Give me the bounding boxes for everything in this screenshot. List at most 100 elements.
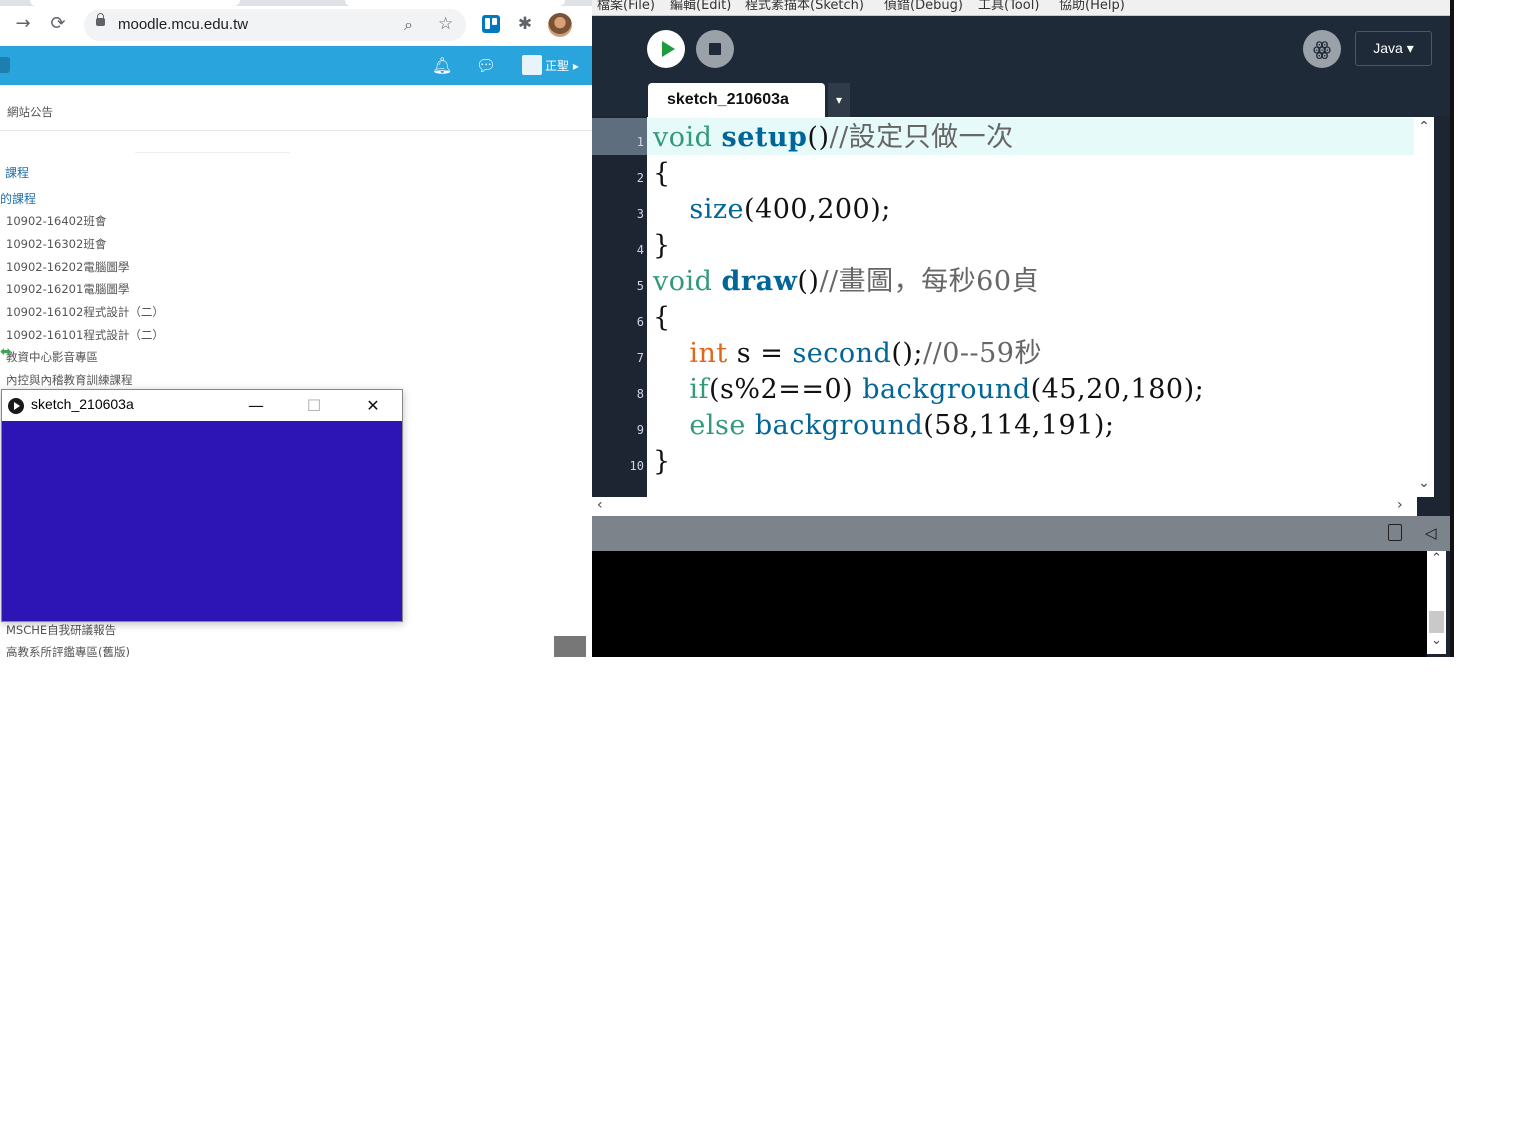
window-titlebar[interactable]: sketch_210603a — ☐ ✕ <box>2 390 402 421</box>
code-line[interactable]: { <box>653 159 671 189</box>
editor-vertical-scrollbar[interactable]: ⌃ ⌄ <box>1414 117 1434 495</box>
lock-icon[interactable] <box>96 13 105 26</box>
menu-tool[interactable]: 工具(Tool) <box>978 0 1039 13</box>
extensions-puzzle-icon[interactable]: ✱ <box>516 15 534 33</box>
course-link[interactable]: 高教系所評鑑專區(舊版) <box>6 644 130 657</box>
maximize-button[interactable]: ☐ <box>285 390 343 421</box>
my-courses-heading[interactable]: 的課程 <box>0 190 36 207</box>
code-line[interactable]: } <box>653 447 671 477</box>
line-number: 9 <box>636 423 644 437</box>
scroll-right-icon[interactable]: › <box>1397 497 1403 513</box>
scroll-up-icon[interactable]: ⌃ <box>1427 551 1446 566</box>
site-announcements-link[interactable]: 網站公告 <box>7 104 53 120</box>
code-line[interactable]: void setup()//設定只做一次 <box>653 123 1014 153</box>
menu-edit[interactable]: 編輯(Edit) <box>670 0 731 13</box>
menu-file[interactable]: 檔案(File) <box>597 0 655 13</box>
comment-token: //畫圖，每秒60貞 <box>819 266 1040 297</box>
code-token: (s%2==0) <box>708 374 863 405</box>
messages-chat-icon[interactable]: 💬︎ <box>476 56 496 75</box>
url-text[interactable]: moodle.mcu.edu.tw <box>118 16 248 33</box>
course-link[interactable]: 10902-16101程式設計（二） <box>6 327 164 343</box>
run-button[interactable] <box>647 30 685 68</box>
course-link[interactable]: MSCHE自我研議報告 <box>6 622 116 638</box>
editor-horizontal-scrollbar[interactable]: ‹ › <box>592 497 1417 516</box>
nav-drawer-toggle[interactable] <box>0 57 10 73</box>
course-link[interactable]: 10902-16402班會 <box>6 213 106 229</box>
keyword-token: else <box>689 410 746 441</box>
line-number: 8 <box>636 387 644 401</box>
keyword-token: if <box>689 374 709 405</box>
window-title: sketch_210603a <box>31 396 134 412</box>
line-number: 6 <box>636 315 644 329</box>
resize-arrow-icon: ⬌ <box>0 344 12 360</box>
console-header: ◁ <box>592 516 1450 551</box>
code-token: (400,200); <box>744 194 891 225</box>
trello-extension-icon[interactable] <box>482 15 500 33</box>
code-line[interactable]: } <box>653 231 671 261</box>
close-button[interactable]: ✕ <box>344 390 402 421</box>
course-link[interactable]: 10902-16202電腦圖學 <box>6 259 129 275</box>
notifications-bell-icon[interactable]: 🔔︎ <box>432 56 452 75</box>
scroll-to-top-button[interactable] <box>554 636 586 657</box>
course-link[interactable]: 內控與內稽教育訓練課程 <box>6 372 133 388</box>
line-number: 4 <box>636 243 644 257</box>
moodle-navbar: 🔔︎ 💬︎ 正聖 ▸ <box>0 46 592 85</box>
code-token: s = <box>727 338 793 369</box>
line-number: 10 <box>629 459 644 473</box>
course-link[interactable]: 10902-16102程式設計（二） <box>6 304 164 320</box>
copy-console-icon[interactable] <box>1388 524 1402 541</box>
course-link[interactable]: 10902-16201電腦圖學 <box>6 281 129 297</box>
collapse-console-icon[interactable]: ◁ <box>1425 524 1437 542</box>
console-output[interactable] <box>592 551 1427 657</box>
scroll-down-icon[interactable]: ⌄ <box>1414 475 1434 491</box>
sketch-canvas[interactable] <box>2 421 402 621</box>
divider <box>0 130 592 131</box>
code-line[interactable]: size(400,200); <box>653 195 891 225</box>
user-avatar[interactable] <box>522 55 542 75</box>
profile-avatar[interactable] <box>548 13 572 37</box>
processing-app-icon <box>8 398 24 414</box>
scroll-left-icon[interactable]: ‹ <box>597 497 603 513</box>
reload-icon[interactable]: ⟳ <box>48 14 68 34</box>
divider <box>135 152 290 153</box>
scroll-up-icon[interactable]: ⌃ <box>1414 119 1434 135</box>
forward-arrow-icon[interactable]: → <box>13 14 33 34</box>
stop-button[interactable] <box>696 30 734 68</box>
menu-debug[interactable]: 偵錯(Debug) <box>884 0 963 13</box>
console-scrollbar[interactable]: ⌃ ⌄ <box>1427 551 1446 654</box>
code-editor[interactable]: 1 2 3 4 5 6 7 8 9 10 void setup()//設定只做一… <box>592 117 1450 497</box>
scrollbar-thumb[interactable] <box>1429 611 1444 633</box>
code-line[interactable]: else background(58,114,191); <box>653 411 1115 441</box>
code-line[interactable]: void draw()//畫圖，每秒60貞 <box>653 267 1039 297</box>
comment-token: //0--59秒 <box>923 338 1042 369</box>
user-menu[interactable]: 正聖 ▸ <box>545 57 579 74</box>
function-token: background <box>754 410 924 441</box>
courses-heading: 課程 <box>5 166 30 180</box>
mode-selector[interactable]: Java ▾ <box>1355 31 1432 66</box>
tab-menu-button[interactable]: ▾ <box>828 83 850 117</box>
line-number: 2 <box>636 171 644 185</box>
course-link[interactable]: 教資中心影音專區 <box>6 349 98 365</box>
type-token: int <box>689 338 728 369</box>
address-bar[interactable]: moodle.mcu.edu.tw ⌕ ☆ <box>84 9 466 41</box>
zoom-icon[interactable]: ⌕ <box>404 15 413 35</box>
code-line[interactable]: if(s%2==0) background(45,20,180); <box>653 375 1204 405</box>
code-line[interactable]: { <box>653 303 671 333</box>
processing-ide-window: 檔案(File) 編輯(Edit) 程式素描本(Sketch) 偵錯(Debug… <box>592 0 1454 657</box>
menu-help[interactable]: 協助(Help) <box>1059 0 1125 13</box>
bookmark-star-icon[interactable]: ☆ <box>438 14 453 34</box>
function-token: background <box>862 374 1031 405</box>
course-link[interactable]: 10902-16302班會 <box>6 236 106 252</box>
debug-butterfly-icon[interactable]: ꙮ <box>1303 30 1341 68</box>
line-number: 1 <box>636 135 644 149</box>
tab-label: sketch_210603a <box>667 91 789 108</box>
code-token: (58,114,191); <box>923 410 1115 441</box>
sketch-output-window: sketch_210603a — ☐ ✕ <box>1 389 403 622</box>
tab-sketch[interactable]: sketch_210603a <box>648 83 825 117</box>
line-number: 5 <box>636 279 644 293</box>
menu-bar: 檔案(File) 編輯(Edit) 程式素描本(Sketch) 偵錯(Debug… <box>592 0 1450 16</box>
scroll-down-icon[interactable]: ⌄ <box>1427 633 1446 648</box>
menu-sketch[interactable]: 程式素描本(Sketch) <box>745 0 864 13</box>
minimize-button[interactable]: — <box>227 390 285 421</box>
code-line[interactable]: int s = second();//0--59秒 <box>653 339 1042 369</box>
